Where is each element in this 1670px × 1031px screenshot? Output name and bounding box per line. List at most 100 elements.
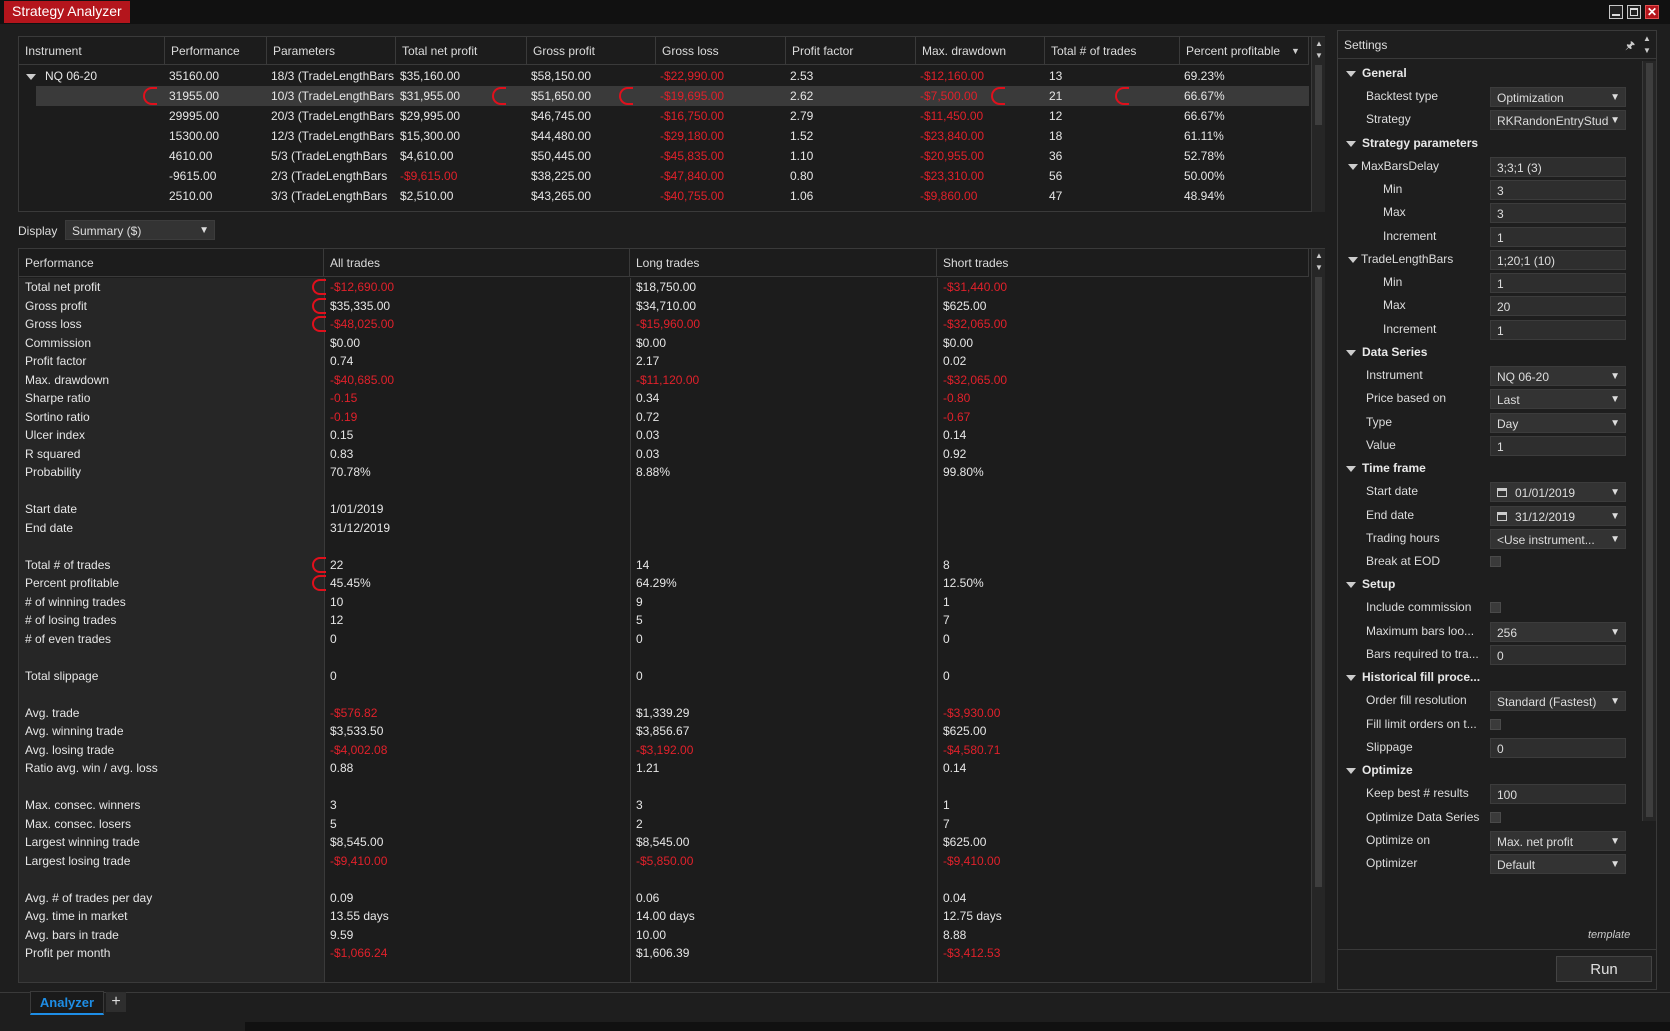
divider: [1338, 949, 1656, 950]
expand-arrow-icon[interactable]: [1346, 140, 1356, 147]
column-header[interactable]: Instrument: [19, 37, 165, 65]
column-header[interactable]: Performance: [19, 249, 324, 277]
column-header[interactable]: Total net profit: [396, 37, 527, 65]
setting-select[interactable]: 256 ▼: [1490, 621, 1626, 642]
expand-arrow-icon[interactable]: [1346, 350, 1356, 356]
table-cell: -$12,160.00: [920, 69, 985, 83]
scroll-up-icon[interactable]: ▲: [1312, 39, 1326, 49]
metric-value: $34,710.00: [636, 299, 697, 313]
scroll-up-icon[interactable]: ▲: [1643, 34, 1651, 43]
run-button[interactable]: Run: [1556, 956, 1652, 982]
metric-value: -$1,066.24: [330, 946, 388, 960]
setting-input[interactable]: 1: [1490, 226, 1626, 247]
scroll-up-icon[interactable]: ▲: [1312, 251, 1326, 261]
expand-arrow-icon[interactable]: [1346, 675, 1356, 682]
maximize-icon[interactable]: [1627, 5, 1641, 19]
setting-select[interactable]: Default ▼: [1490, 854, 1626, 875]
annotation-mark: [1115, 87, 1129, 105]
setting-checkbox[interactable]: [1490, 602, 1501, 614]
metric-value: 0.83: [330, 447, 354, 461]
annotation-mark: [143, 87, 157, 105]
calendar-icon[interactable]: [1497, 511, 1507, 521]
setting-select[interactable]: NQ 06-20 ▼: [1490, 366, 1626, 386]
column-header[interactable]: Total # of trades: [1045, 37, 1180, 65]
setting-input[interactable]: 1;20;1 (10): [1490, 249, 1626, 270]
setting-checkbox[interactable]: [1490, 718, 1501, 730]
results-scrollbar[interactable]: ▲ ▼: [1311, 37, 1325, 212]
category-header[interactable]: Setup: [1362, 574, 1484, 594]
expand-arrow-icon[interactable]: [1346, 582, 1356, 589]
table-cell: -$40,755.00: [660, 189, 725, 203]
scroll-down-icon[interactable]: ▼: [1643, 46, 1651, 55]
setting-checkbox[interactable]: [1490, 811, 1501, 823]
expand-arrow-icon[interactable]: [1346, 768, 1356, 775]
status-strip: [245, 1022, 1670, 1031]
expand-arrow-icon[interactable]: [1348, 256, 1358, 263]
metric-label: Sharpe ratio: [25, 391, 91, 405]
scroll-down-icon[interactable]: ▼: [1312, 263, 1326, 273]
metric-value: 8.88: [943, 928, 967, 942]
setting-select[interactable]: <Use instrument... ▼: [1490, 528, 1626, 549]
column-dropdown-icon[interactable]: ▼: [1291, 37, 1300, 65]
column-header[interactable]: Gross profit: [527, 37, 656, 65]
performance-scrollbar[interactable]: ▲ ▼: [1311, 249, 1325, 983]
setting-input[interactable]: 0: [1490, 737, 1626, 758]
category-header[interactable]: Time frame: [1362, 458, 1484, 478]
scroll-thumb[interactable]: [1315, 277, 1322, 887]
setting-input[interactable]: 3: [1490, 203, 1626, 224]
settings-scrollbar[interactable]: [1642, 61, 1656, 821]
setting-select[interactable]: Optimization ▼: [1490, 87, 1626, 107]
category-header[interactable]: General: [1362, 63, 1484, 83]
pin-icon[interactable]: 🖈: [1625, 37, 1635, 56]
setting-input[interactable]: 0: [1490, 645, 1626, 665]
scroll-down-icon[interactable]: ▼: [1312, 51, 1326, 61]
expand-arrow-icon[interactable]: [1346, 466, 1356, 473]
setting-input[interactable]: 1: [1490, 273, 1626, 294]
category-header[interactable]: Strategy parameters: [1362, 133, 1484, 153]
calendar-icon[interactable]: [1497, 488, 1507, 498]
minimize-icon[interactable]: [1609, 5, 1623, 19]
add-tab-button[interactable]: +: [106, 992, 126, 1012]
setting-input[interactable]: 1: [1490, 435, 1626, 456]
setting-input[interactable]: 1: [1490, 319, 1626, 340]
column-header[interactable]: Performance: [165, 37, 267, 65]
column-header[interactable]: Percent profitable: [1180, 37, 1309, 65]
setting-select[interactable]: Max. net profit ▼: [1490, 830, 1626, 851]
column-header[interactable]: Gross loss: [656, 37, 786, 65]
category-header[interactable]: Historical fill proce...: [1362, 667, 1484, 687]
metric-value: 0.72: [636, 410, 660, 424]
setting-select[interactable]: Day ▼: [1490, 412, 1626, 433]
template-link[interactable]: template: [1588, 929, 1630, 941]
setting-checkbox[interactable]: [1490, 556, 1501, 568]
display-select[interactable]: Summary ($) ▼: [65, 220, 215, 240]
category-header[interactable]: Data Series: [1362, 342, 1484, 362]
column-header[interactable]: Profit factor: [786, 37, 916, 65]
setting-select[interactable]: RKRandonEntryStud ▼: [1490, 110, 1626, 131]
scroll-thumb[interactable]: [1646, 63, 1653, 817]
setting-input[interactable]: 3;3;1 (3): [1490, 156, 1626, 177]
setting-input[interactable]: 20: [1490, 296, 1626, 317]
setting-select[interactable]: Standard (Fastest) ▼: [1490, 691, 1626, 712]
setting-input[interactable]: 100: [1490, 784, 1626, 805]
metric-value: 0: [636, 632, 643, 646]
table-cell: $29,995.00: [400, 109, 461, 123]
column-header[interactable]: Parameters: [267, 37, 396, 65]
expand-arrow-icon[interactable]: [1346, 71, 1356, 77]
column-header[interactable]: Max. drawdown: [916, 37, 1045, 65]
tab-analyzer[interactable]: Analyzer: [30, 991, 104, 1015]
column-header[interactable]: Short trades: [937, 249, 1309, 277]
collapse-arrow-icon[interactable]: [26, 74, 36, 80]
close-icon[interactable]: ✕: [1645, 5, 1659, 19]
table-cell: 29995.00: [169, 109, 220, 123]
setting-input[interactable]: 3: [1490, 179, 1626, 200]
table-cell: 0.80: [790, 169, 814, 183]
expand-arrow-icon[interactable]: [1348, 163, 1358, 170]
setting-select[interactable]: 31/12/2019 ▼: [1490, 505, 1626, 526]
setting-value: 256: [1497, 625, 1518, 640]
column-header[interactable]: Long trades: [630, 249, 937, 277]
category-header[interactable]: Optimize: [1362, 760, 1484, 780]
column-header[interactable]: All trades: [324, 249, 630, 277]
scroll-thumb[interactable]: [1315, 65, 1322, 125]
setting-select[interactable]: 01/01/2019 ▼: [1490, 482, 1626, 503]
setting-select[interactable]: Last ▼: [1490, 389, 1626, 410]
